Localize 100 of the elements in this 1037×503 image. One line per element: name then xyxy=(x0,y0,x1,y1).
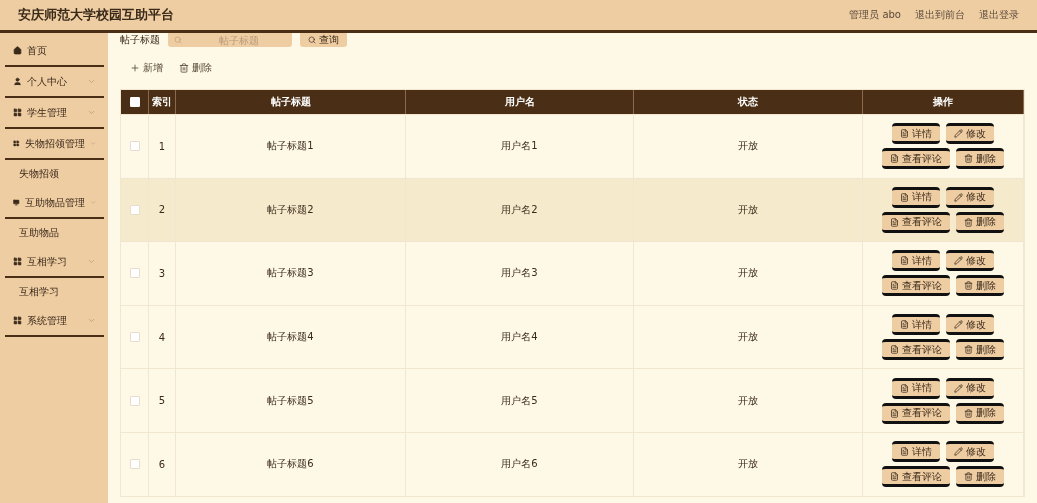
grid-icon xyxy=(13,108,22,117)
plus-icon xyxy=(130,63,140,73)
column-header: 操作 xyxy=(863,90,1024,114)
pencil-icon xyxy=(954,320,963,330)
document-icon xyxy=(900,447,909,457)
row-checkbox[interactable] xyxy=(129,268,140,279)
document-icon xyxy=(900,192,909,202)
row-checkbox[interactable] xyxy=(129,459,140,470)
delete-button[interactable]: 删除 xyxy=(179,61,212,75)
table-cell: 用户名4 xyxy=(406,304,634,369)
action-button[interactable]: 修改 xyxy=(946,441,994,463)
trash-icon xyxy=(964,345,973,355)
action-button[interactable]: 查看评论 xyxy=(882,402,950,424)
search-icon xyxy=(174,36,182,44)
select-all-checkbox[interactable] xyxy=(129,97,140,107)
menu-item[interactable]: 系统管理 xyxy=(5,306,104,337)
search-label: 帖子标题 xyxy=(120,33,160,47)
chevron-icon xyxy=(87,77,96,86)
column-header: 索引 xyxy=(149,90,176,114)
table-cell: 6 xyxy=(149,431,176,496)
action-button[interactable]: 修改 xyxy=(946,123,994,145)
table-cell: 帖子标题2 xyxy=(176,177,406,242)
action-button[interactable]: 详情 xyxy=(892,186,940,208)
action-button[interactable]: 详情 xyxy=(892,314,940,336)
pencil-icon xyxy=(954,129,963,139)
menu-item[interactable]: 失物招领管理 xyxy=(5,129,104,160)
chevron-icon xyxy=(87,316,96,325)
submenu-item[interactable]: 失物招领 xyxy=(5,160,104,188)
submenu-item[interactable]: 互助物品 xyxy=(5,219,104,247)
document-icon xyxy=(900,129,909,139)
table-cell: 帖子标题5 xyxy=(176,368,406,432)
trash-icon xyxy=(964,281,973,291)
document-icon xyxy=(900,256,909,266)
add-button[interactable]: 新增 xyxy=(130,61,163,75)
action-button[interactable]: 查看评论 xyxy=(882,339,950,361)
table-cell: 4 xyxy=(149,304,176,369)
document-icon xyxy=(890,154,899,164)
table-cell: 帖子标题4 xyxy=(176,304,406,369)
action-button[interactable]: 删除 xyxy=(956,148,1004,170)
table-cell: 2 xyxy=(149,177,176,242)
header-link[interactable]: 管理员 abo xyxy=(849,8,901,22)
row-checkbox[interactable] xyxy=(129,204,140,215)
action-button[interactable]: 详情 xyxy=(892,441,940,463)
chevron-icon xyxy=(87,257,96,266)
table-cell: 帖子标题6 xyxy=(176,431,406,496)
grid-icon xyxy=(13,316,22,325)
document-icon xyxy=(890,281,899,291)
table-cell: 开放 xyxy=(634,241,863,305)
table-cell: 帖子标题1 xyxy=(176,114,406,178)
menu-item[interactable]: 互相学习 xyxy=(5,247,104,278)
table-cell: 帖子标题3 xyxy=(176,241,406,305)
user-icon xyxy=(13,77,22,86)
trash-icon xyxy=(179,63,189,73)
search-button[interactable]: 查询 xyxy=(300,33,347,47)
action-button[interactable]: 查看评论 xyxy=(882,466,950,488)
action-button[interactable]: 详情 xyxy=(892,250,940,272)
action-button[interactable]: 删除 xyxy=(956,466,1004,488)
document-icon xyxy=(890,472,899,482)
trash-icon xyxy=(964,217,973,227)
row-checkbox[interactable] xyxy=(129,395,140,406)
table-cell: 用户名1 xyxy=(406,114,634,178)
menu-item[interactable]: 学生管理 xyxy=(5,98,104,129)
action-button[interactable]: 修改 xyxy=(946,250,994,272)
menu-item[interactable]: 首页 xyxy=(5,36,104,67)
chevron-icon xyxy=(89,198,96,207)
action-button[interactable]: 详情 xyxy=(892,377,940,399)
action-button[interactable]: 修改 xyxy=(946,314,994,336)
monitor-icon xyxy=(13,198,20,207)
action-button[interactable]: 详情 xyxy=(892,123,940,145)
document-icon xyxy=(900,320,909,330)
search-icon xyxy=(308,36,316,44)
table-cell: 开放 xyxy=(634,368,863,432)
table-cell: 开放 xyxy=(634,177,863,242)
menu-item[interactable]: 个人中心 xyxy=(5,67,104,98)
action-button[interactable]: 删除 xyxy=(956,339,1004,361)
action-button[interactable]: 修改 xyxy=(946,186,994,208)
action-button[interactable]: 删除 xyxy=(956,402,1004,424)
menu-item[interactable]: 互助物品管理 xyxy=(5,188,104,219)
action-button[interactable]: 查看评论 xyxy=(882,211,950,233)
action-button[interactable]: 删除 xyxy=(956,211,1004,233)
row-checkbox[interactable] xyxy=(129,141,140,152)
table-cell: 开放 xyxy=(634,304,863,369)
row-checkbox[interactable] xyxy=(129,332,140,343)
table-cell: 3 xyxy=(149,241,176,305)
grid-icon xyxy=(13,257,22,266)
trash-icon xyxy=(964,408,973,418)
header-link[interactable]: 退出到前台 xyxy=(915,8,965,22)
chevron-icon xyxy=(87,108,96,117)
pencil-icon xyxy=(954,383,963,393)
header-link[interactable]: 退出登录 xyxy=(979,8,1019,22)
action-button[interactable]: 修改 xyxy=(946,377,994,399)
document-icon xyxy=(890,345,899,355)
action-button[interactable]: 查看评论 xyxy=(882,148,950,170)
action-button[interactable]: 查看评论 xyxy=(882,275,950,297)
table-cell: 开放 xyxy=(634,114,863,178)
document-icon xyxy=(890,217,899,227)
action-button[interactable]: 删除 xyxy=(956,275,1004,297)
column-header: 用户名 xyxy=(406,90,634,114)
submenu-item[interactable]: 互相学习 xyxy=(5,278,104,306)
table-cell: 用户名2 xyxy=(406,177,634,242)
